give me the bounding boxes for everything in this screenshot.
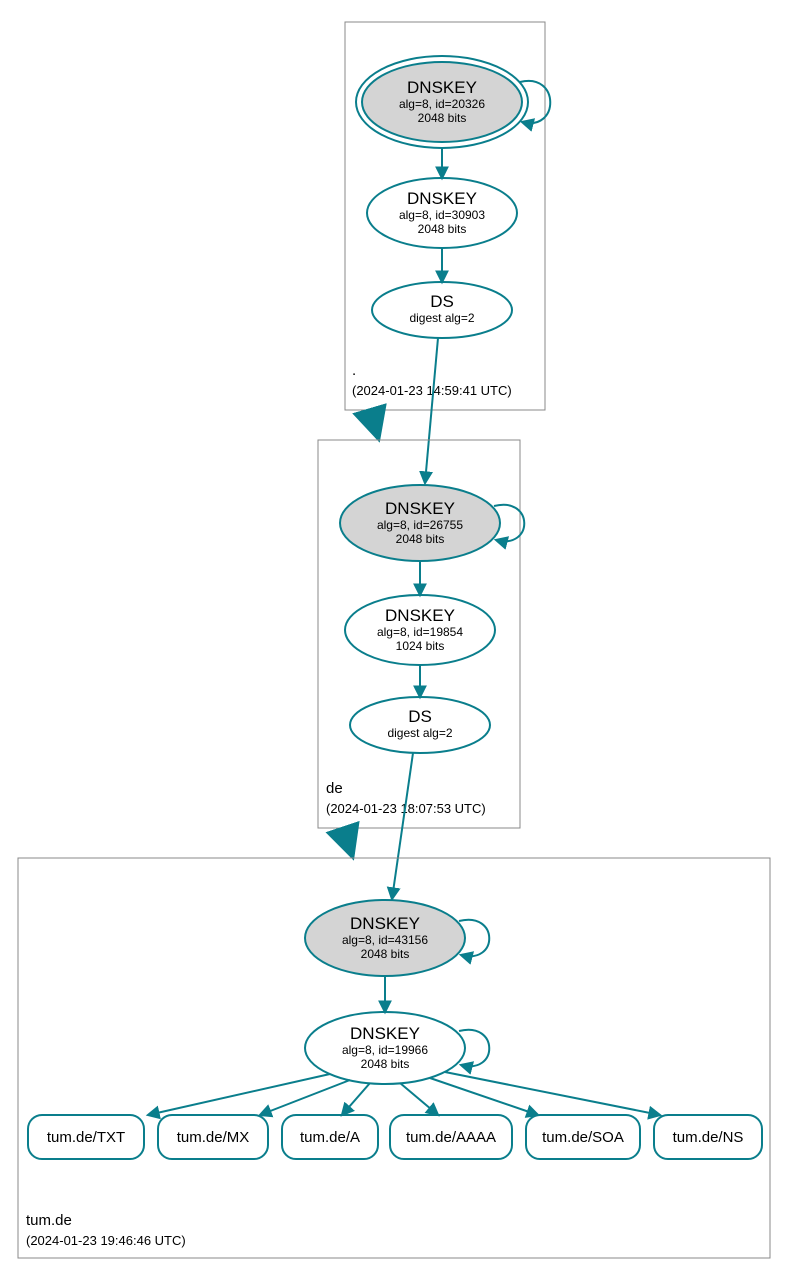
rrset-soa: tum.de/SOA	[526, 1115, 640, 1159]
svg-text:DS: DS	[430, 292, 454, 311]
svg-text:DNSKEY: DNSKEY	[407, 78, 477, 97]
zone-root-label: .	[352, 362, 356, 379]
edge-zsk-aaaa	[400, 1083, 438, 1115]
svg-text:alg=8, id=19966: alg=8, id=19966	[342, 1043, 428, 1057]
svg-text:2048 bits: 2048 bits	[396, 532, 445, 546]
svg-text:DNSKEY: DNSKEY	[385, 499, 455, 518]
edge-root-to-de-zone	[370, 410, 378, 437]
svg-text:alg=8, id=19854: alg=8, id=19854	[377, 625, 463, 639]
edge-zsk-txt	[148, 1074, 330, 1115]
svg-text:DS: DS	[408, 707, 432, 726]
svg-text:alg=8, id=20326: alg=8, id=20326	[399, 97, 485, 111]
rrset-aaaa: tum.de/AAAA	[390, 1115, 512, 1159]
svg-text:1024 bits: 1024 bits	[396, 639, 445, 653]
edge-de-ds-to-tumde-ksk	[392, 753, 413, 899]
svg-text:alg=8, id=30903: alg=8, id=30903	[399, 208, 485, 222]
svg-text:DNSKEY: DNSKEY	[385, 606, 455, 625]
edge-zsk-soa	[430, 1078, 538, 1115]
zone-tumde-timestamp: (2024-01-23 19:46:46 UTC)	[26, 1233, 186, 1248]
rrset-a: tum.de/A	[282, 1115, 378, 1159]
svg-text:DNSKEY: DNSKEY	[350, 1024, 420, 1043]
rrset-ns: tum.de/NS	[654, 1115, 762, 1159]
de-zsk-node: DNSKEY alg=8, id=19854 1024 bits	[345, 595, 495, 665]
tumde-zsk-node: DNSKEY alg=8, id=19966 2048 bits	[305, 1012, 465, 1084]
svg-text:tum.de/AAAA: tum.de/AAAA	[406, 1129, 496, 1146]
svg-text:tum.de/NS: tum.de/NS	[673, 1129, 744, 1146]
zone-tumde-label: tum.de	[26, 1212, 72, 1229]
svg-text:digest alg=2: digest alg=2	[409, 311, 474, 325]
svg-text:alg=8, id=26755: alg=8, id=26755	[377, 518, 463, 532]
svg-text:tum.de/SOA: tum.de/SOA	[542, 1129, 624, 1146]
svg-text:2048 bits: 2048 bits	[418, 222, 467, 236]
root-zsk-node: DNSKEY alg=8, id=30903 2048 bits	[367, 178, 517, 248]
edge-zsk-a	[342, 1083, 370, 1115]
edge-de-to-tumde-zone	[343, 828, 352, 855]
svg-text:DNSKEY: DNSKEY	[407, 189, 477, 208]
svg-text:2048 bits: 2048 bits	[418, 111, 467, 125]
zone-de-label: de	[326, 780, 343, 797]
root-ds-node: DS digest alg=2	[372, 282, 512, 338]
svg-text:digest alg=2: digest alg=2	[387, 726, 452, 740]
edge-zsk-mx	[260, 1080, 350, 1115]
dnssec-chain-diagram: . (2024-01-23 14:59:41 UTC) DNSKEY alg=8…	[0, 0, 788, 1278]
svg-text:alg=8, id=43156: alg=8, id=43156	[342, 933, 428, 947]
tumde-ksk-node: DNSKEY alg=8, id=43156 2048 bits	[305, 900, 465, 976]
svg-text:tum.de/TXT: tum.de/TXT	[47, 1129, 125, 1146]
svg-text:DNSKEY: DNSKEY	[350, 914, 420, 933]
rrset-mx: tum.de/MX	[158, 1115, 268, 1159]
de-ksk-node: DNSKEY alg=8, id=26755 2048 bits	[340, 485, 500, 561]
svg-text:2048 bits: 2048 bits	[361, 1057, 410, 1071]
rrset-txt: tum.de/TXT	[28, 1115, 144, 1159]
svg-text:2048 bits: 2048 bits	[361, 947, 410, 961]
de-ds-node: DS digest alg=2	[350, 697, 490, 753]
svg-text:tum.de/MX: tum.de/MX	[177, 1129, 250, 1146]
root-ksk-node: DNSKEY alg=8, id=20326 2048 bits	[356, 56, 528, 148]
svg-text:tum.de/A: tum.de/A	[300, 1129, 360, 1146]
